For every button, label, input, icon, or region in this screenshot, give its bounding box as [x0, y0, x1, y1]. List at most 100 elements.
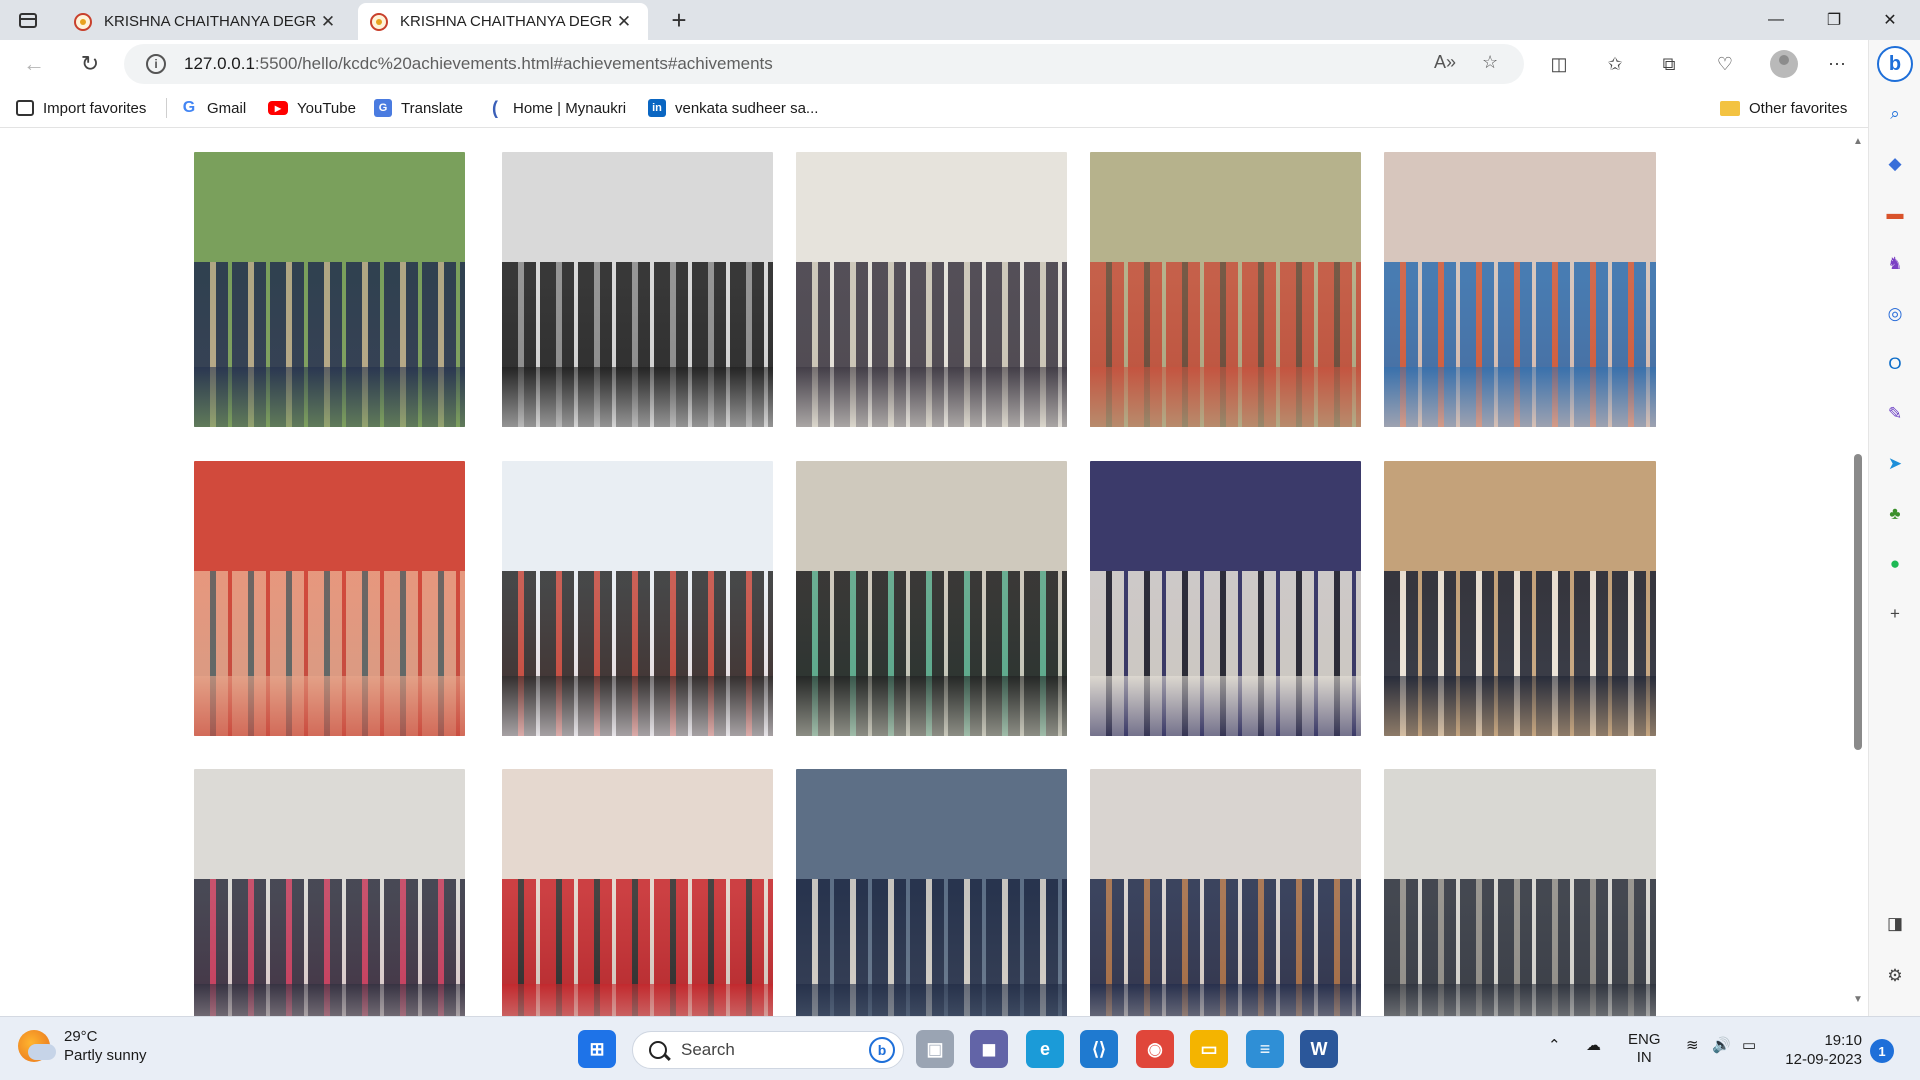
photo-floor — [502, 366, 773, 427]
settings-gear-icon[interactable]: ⚙ — [1881, 962, 1909, 990]
add-icon[interactable]: + — [1881, 600, 1909, 628]
favorite-star-icon[interactable]: ☆ — [1482, 52, 1498, 73]
gallery-photo[interactable] — [796, 461, 1067, 736]
search-placeholder: Search — [681, 1040, 735, 1059]
url-text[interactable]: 127.0.0.1:5500/hello/kcdc%20achievements… — [184, 54, 773, 74]
games-icon[interactable]: ♞ — [1881, 250, 1909, 278]
file-explorer-icon[interactable]: ▭ — [1190, 1030, 1228, 1068]
fav-gmail[interactable]: G Gmail — [180, 88, 246, 128]
hide-sidebar-icon[interactable]: ◨ — [1881, 910, 1909, 938]
restore-button[interactable]: ❐ — [1806, 0, 1862, 40]
minimize-button[interactable]: — — [1748, 0, 1804, 40]
volume-icon[interactable]: 🔊 — [1712, 1037, 1731, 1055]
college-logo-icon — [74, 12, 92, 31]
read-aloud-icon[interactable]: A» — [1434, 52, 1456, 73]
fav-import-favorites[interactable]: Import favorites — [16, 88, 146, 128]
onedrive-cloud-icon[interactable]: ☁ — [1586, 1037, 1601, 1055]
microsoft-365-icon[interactable]: ◎ — [1881, 300, 1909, 328]
spotify-icon[interactable]: ● — [1881, 550, 1909, 578]
fav-linkedin[interactable]: in venkata sudheer sa... — [648, 88, 818, 128]
shopping-tag-icon[interactable]: ◆ — [1881, 150, 1909, 178]
fav-label: Home | Mynaukri — [513, 99, 627, 117]
designer-icon[interactable]: ✎ — [1881, 400, 1909, 428]
youtube-icon: ▶ — [268, 101, 288, 115]
close-window-button[interactable]: ✕ — [1862, 0, 1918, 40]
notification-badge[interactable]: 1 — [1870, 1039, 1894, 1063]
gallery-photo[interactable] — [796, 152, 1067, 427]
close-tab-icon[interactable]: ✕ — [612, 12, 636, 32]
gallery-photo[interactable] — [194, 461, 465, 736]
fav-mynaukri[interactable]: ( Home | Mynaukri — [486, 88, 626, 128]
fav-label: Translate — [401, 99, 463, 117]
new-tab-button[interactable]: + — [664, 5, 694, 35]
fav-youtube[interactable]: ▶ YouTube — [268, 88, 356, 128]
tree-icon[interactable]: ♣ — [1881, 500, 1909, 528]
other-favorites[interactable]: Other favorites — [1720, 88, 1847, 128]
photo-floor — [194, 983, 465, 1016]
word-icon[interactable]: W — [1300, 1030, 1338, 1068]
scroll-down-arrow[interactable]: ▼ — [1852, 994, 1864, 1006]
page-scrollbar[interactable]: ▲ ▼ — [1850, 130, 1866, 1010]
language-indicator[interactable]: ENG IN — [1628, 1031, 1661, 1067]
gallery-photo[interactable] — [1384, 461, 1656, 736]
tab-1[interactable]: KRISHNA CHAITHANYA DEGREE ✕ — [62, 3, 352, 40]
navigation-bar: ← ↻ i 127.0.0.1:5500/hello/kcdc%20achiev… — [0, 40, 1920, 88]
college-logo-icon — [370, 12, 388, 31]
gallery-photo[interactable] — [194, 769, 465, 1016]
region-code: IN — [1636, 1049, 1652, 1066]
close-tab-icon[interactable]: ✕ — [316, 12, 340, 32]
system-clock[interactable]: 19:10 12-09-2023 — [1776, 1031, 1862, 1069]
photo-floor — [796, 983, 1067, 1016]
page-viewport — [0, 128, 1868, 1016]
chrome-icon[interactable]: ◉ — [1136, 1030, 1174, 1068]
weather-desc: Partly sunny — [64, 1047, 147, 1064]
site-info-icon[interactable]: i — [146, 54, 166, 74]
task-view-icon[interactable]: ▣ — [916, 1030, 954, 1068]
wifi-icon[interactable]: ≋ — [1686, 1037, 1699, 1055]
gallery-photo[interactable] — [502, 152, 773, 427]
more-menu-icon[interactable]: ⋯ — [1824, 52, 1850, 76]
gallery-photo[interactable] — [194, 152, 465, 427]
tab-actions-button[interactable] — [14, 8, 42, 32]
reload-button[interactable]: ↻ — [72, 48, 108, 80]
favorites-icon[interactable]: ✩ — [1602, 52, 1628, 76]
gallery-photo[interactable] — [1384, 152, 1656, 427]
gallery-photo[interactable] — [1090, 152, 1361, 427]
taskbar-search[interactable]: Search b — [632, 1031, 904, 1069]
gallery-photo[interactable] — [1090, 461, 1361, 736]
battery-icon[interactable]: ▭ — [1742, 1037, 1756, 1055]
collections-icon[interactable]: ⧉ — [1656, 52, 1682, 76]
address-bar[interactable]: i 127.0.0.1:5500/hello/kcdc%20achievemen… — [124, 44, 1524, 84]
scrollbar-thumb[interactable] — [1854, 454, 1862, 750]
gallery-photo[interactable] — [796, 769, 1067, 1016]
windows-start-icon[interactable]: ⊞ — [578, 1030, 616, 1068]
teams-chat-icon[interactable]: ◼ — [970, 1030, 1008, 1068]
favorites-divider — [166, 98, 167, 118]
bing-copilot-icon[interactable]: b — [1877, 46, 1913, 82]
profile-avatar[interactable] — [1770, 50, 1798, 78]
back-button[interactable]: ← — [16, 48, 52, 80]
tab-2-active[interactable]: KRISHNA CHAITHANYA DEGREE ✕ — [358, 3, 648, 40]
linkedin-icon: in — [648, 99, 666, 117]
outlook-icon[interactable]: O — [1881, 350, 1909, 378]
split-screen-icon[interactable]: ◫ — [1546, 52, 1572, 76]
tools-icon[interactable]: ▬ — [1881, 200, 1909, 228]
show-hidden-icons-icon[interactable]: ⌃ — [1548, 1037, 1561, 1055]
weather-widget[interactable]: 29°C Partly sunny — [18, 1027, 147, 1065]
clock-date: 12-09-2023 — [1785, 1051, 1862, 1068]
gallery-photo[interactable] — [502, 461, 773, 736]
browser-essentials-icon[interactable]: ♡ — [1712, 52, 1738, 76]
gallery-photo[interactable] — [502, 769, 773, 1016]
gallery-photo[interactable] — [1384, 769, 1656, 1016]
vscode-icon[interactable]: ⟨⟩ — [1080, 1030, 1118, 1068]
search-icon[interactable]: ⌕ — [1881, 100, 1909, 128]
gallery-photo[interactable] — [1090, 769, 1361, 1016]
fav-translate[interactable]: G Translate — [374, 88, 463, 128]
weather-temp: 29°C — [64, 1028, 98, 1045]
scroll-up-arrow[interactable]: ▲ — [1852, 136, 1864, 148]
tab-actions-icon — [19, 12, 37, 28]
notepad-icon[interactable]: ≡ — [1246, 1030, 1284, 1068]
edge-icon[interactable]: e — [1026, 1030, 1064, 1068]
send-icon[interactable]: ➤ — [1881, 450, 1909, 478]
mynaukri-icon: ( — [492, 97, 498, 118]
